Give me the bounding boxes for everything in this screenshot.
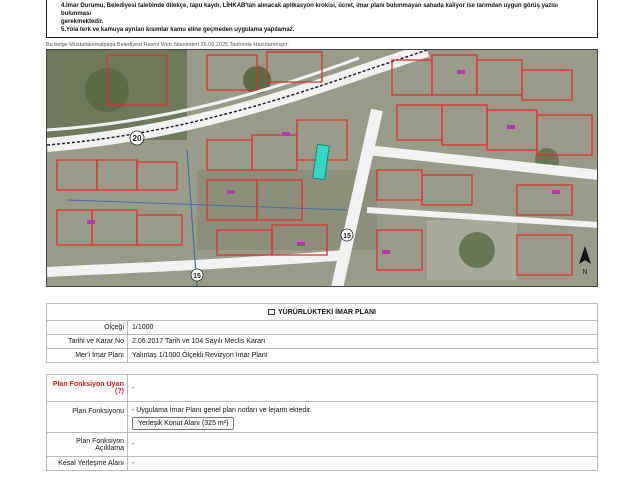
plan-row: Tarihi ve Karar No 2.06.2017 Tarih ve 10… <box>46 334 598 349</box>
kesal-label: Kesal Yerleşme Alanı <box>46 456 128 471</box>
road-label-15b: 15 <box>193 273 201 280</box>
document-icon <box>268 308 275 315</box>
north-label: N <box>582 269 587 276</box>
plan-value-olcek: 1/1000 <box>127 320 598 335</box>
plan-label-tarih: Tarihi ve Karar No <box>46 334 128 349</box>
plan-value-meri: Yalıntaş 1/1000 Ölçekli Revizyon İmar Pl… <box>127 348 598 363</box>
fonk-value: - Uygulama İmar Planı genel plan notları… <box>132 407 312 414</box>
note-line-2: gerekmektedir. <box>61 19 104 25</box>
note-line-1: 4.İmar Durumu, Belediyesi talebinde dile… <box>61 3 558 17</box>
zoning-map[interactable]: 20 15 15 N <box>46 49 598 287</box>
plan-row: Ölçeği 1/1000 <box>46 320 598 335</box>
kesal-value: - <box>127 456 598 471</box>
plan-row: Mer'i İmar Planı Yalıntaş 1/1000 Ölçekli… <box>46 348 598 363</box>
fonk-label: Plan Fonksiyonu <box>46 401 128 433</box>
plan-table: YÜRÜRLÜKTEKİ İMAR PLANI Ölçeği 1/1000 Ta… <box>46 303 598 363</box>
map-source-text: Bu belge Mustafakemalpaşa Belediyesi Res… <box>46 42 289 48</box>
road-label-15a: 15 <box>343 233 351 240</box>
road-label-20: 20 <box>133 134 142 143</box>
function-row: Plan Fonksiyonu - Uygulama İmar Planı ge… <box>46 401 598 433</box>
function-table: Plan Fonksiyon Uyarı (?) - Plan Fonksiyo… <box>46 374 598 471</box>
plan-title: YÜRÜRLÜKTEKİ İMAR PLANI <box>46 303 598 321</box>
function-row: Plan Fonksiyon Uyarı (?) - <box>46 374 598 402</box>
uyari-value: - <box>127 374 598 402</box>
note-line-3: 5.Yola terk ve kamuya ayrılan kısımlar k… <box>61 27 295 33</box>
function-row: Plan Fonksiyon Açıklama - <box>46 432 598 457</box>
land-use-badge[interactable]: Yerleşik Konut Alanı (325 m²) <box>132 417 235 430</box>
aciklama-value: - <box>127 432 598 457</box>
zoning-map-svg: 20 15 15 N <box>47 50 597 286</box>
uyari-label[interactable]: Plan Fonksiyon Uyarı (?) <box>46 374 128 402</box>
fonk-cell: - Uygulama İmar Planı genel plan notları… <box>127 401 598 433</box>
notes-box: 4.İmar Durumu, Belediyesi talebinde dile… <box>46 0 598 38</box>
plan-value-tarih: 2.06.2017 Tarih ve 104 Sayılı Meclis Kar… <box>127 334 598 349</box>
plan-label-meri: Mer'i İmar Planı <box>46 348 128 363</box>
function-row: Kesal Yerleşme Alanı - <box>46 456 598 471</box>
plan-label-olcek: Ölçeği <box>46 320 128 335</box>
aciklama-label: Plan Fonksiyon Açıklama <box>46 432 128 457</box>
